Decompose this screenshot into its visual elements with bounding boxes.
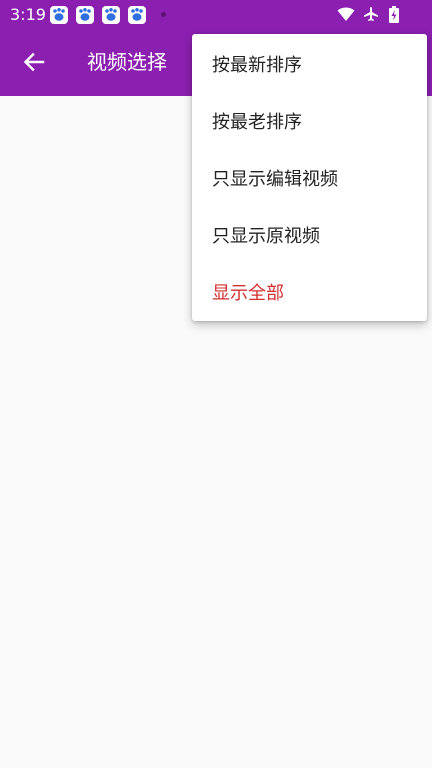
baidu-paw-icon — [50, 6, 68, 24]
baidu-paw-icon — [128, 6, 146, 24]
page-title: 视频选择 — [87, 50, 167, 74]
battery-charging-icon — [389, 6, 399, 23]
more-notifications-dot-icon — [161, 12, 166, 17]
back-button[interactable] — [14, 42, 54, 82]
arrow-left-icon — [23, 52, 45, 72]
menu-item-sort-oldest[interactable]: 按最老排序 — [192, 92, 427, 149]
wifi-icon — [337, 7, 355, 21]
menu-item-show-all[interactable]: 显示全部 — [192, 264, 427, 321]
airplane-icon — [364, 7, 378, 21]
status-time: 3:19 — [10, 5, 46, 24]
baidu-paw-icon — [102, 6, 120, 24]
menu-item-show-edited-only[interactable]: 只显示编辑视频 — [192, 149, 427, 206]
sort-filter-menu: 按最新排序 按最老排序 只显示编辑视频 只显示原视频 显示全部 — [192, 34, 427, 321]
baidu-paw-icon — [76, 6, 94, 24]
status-bar: 3:19 — [0, 0, 432, 30]
menu-item-sort-newest[interactable]: 按最新排序 — [192, 35, 427, 92]
menu-item-show-original-only[interactable]: 只显示原视频 — [192, 207, 427, 264]
